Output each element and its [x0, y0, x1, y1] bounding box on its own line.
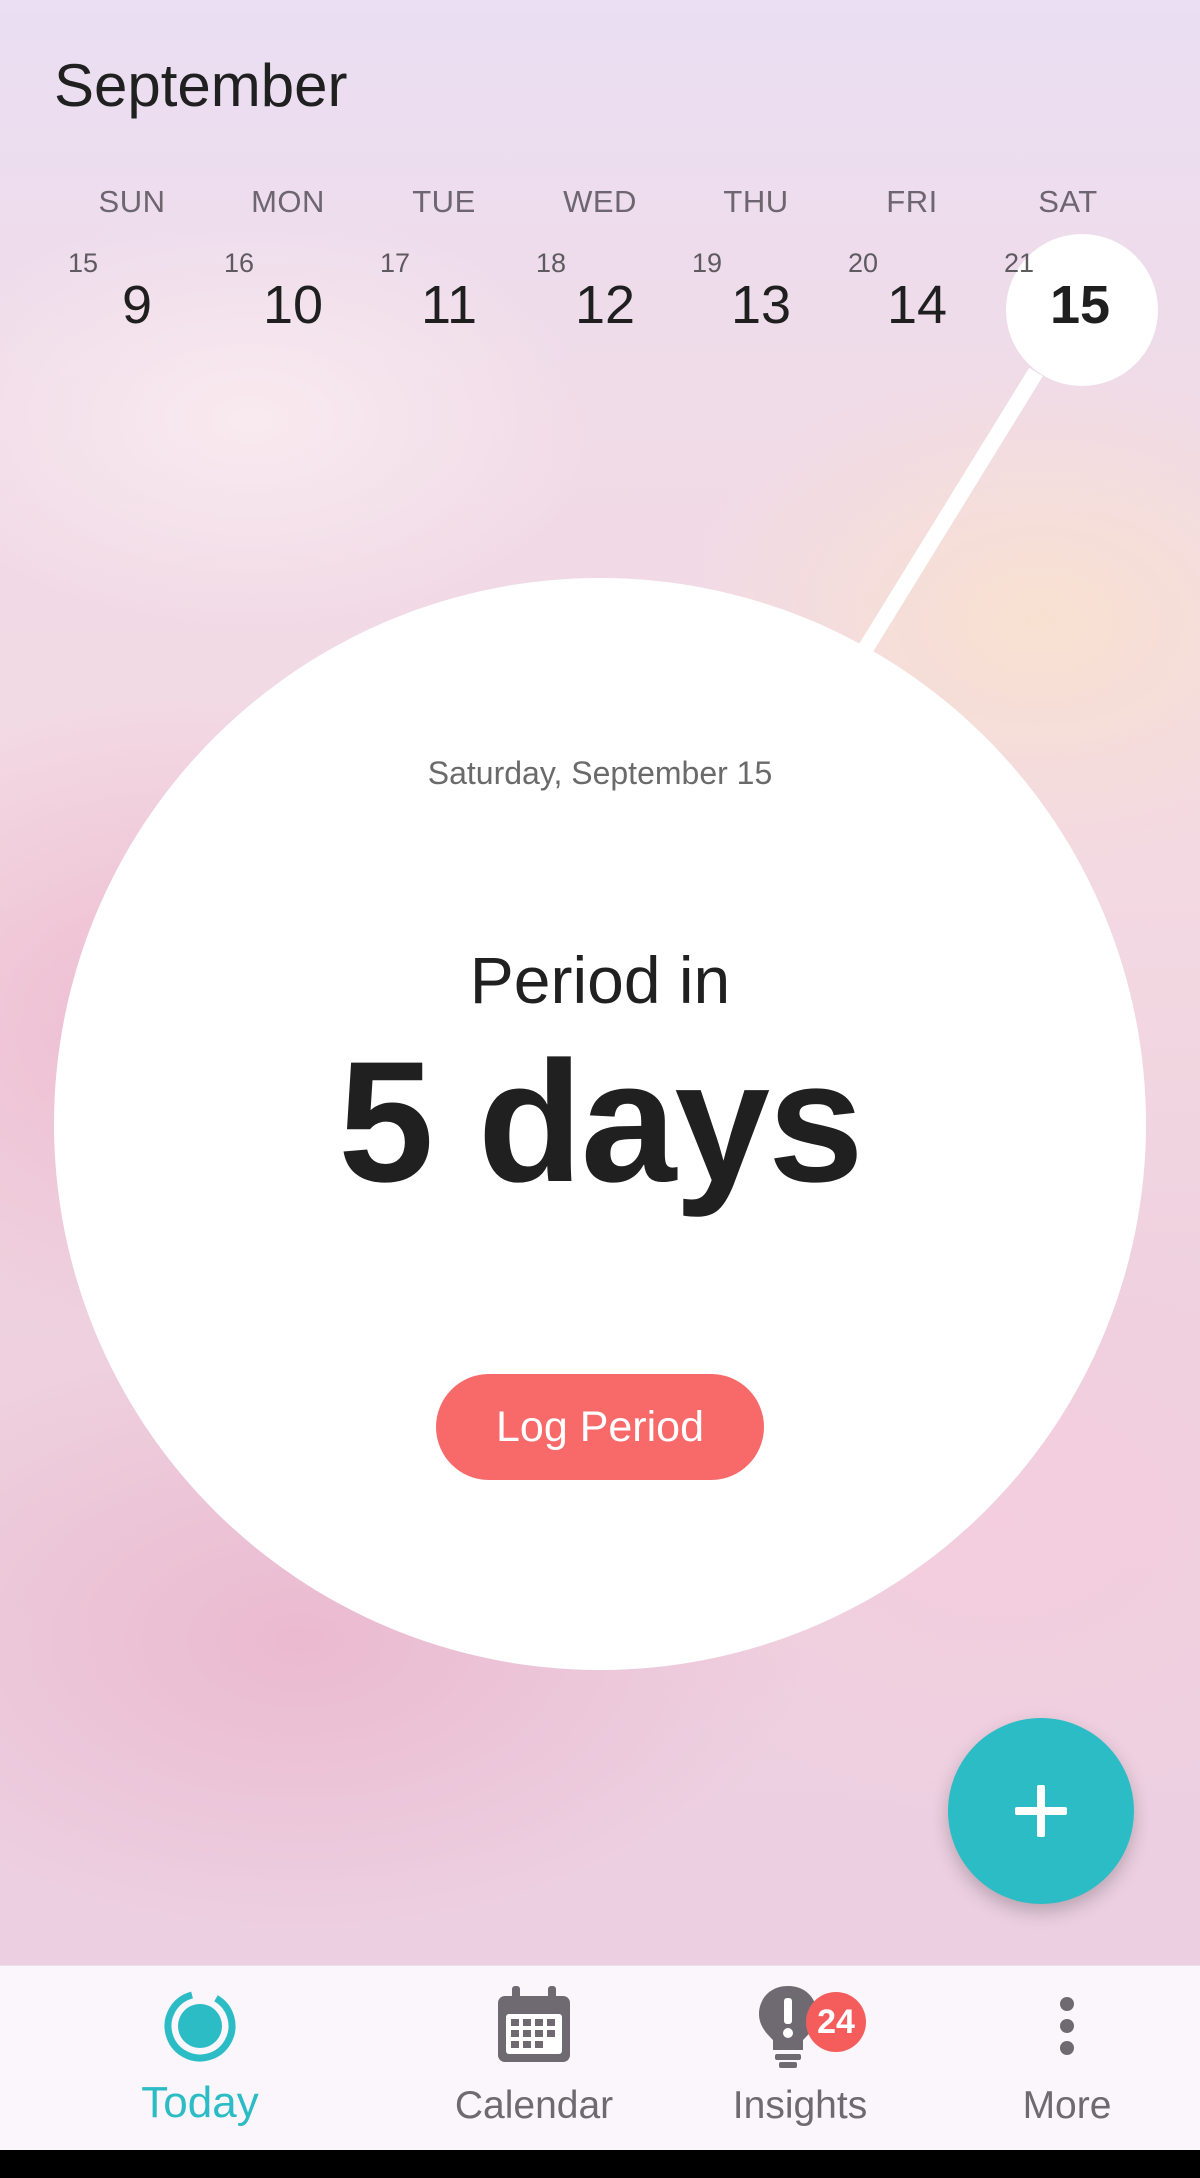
nav-insights[interactable]: 24 Insights — [680, 1966, 920, 2151]
day-tue[interactable]: TUE 17 11 — [366, 180, 522, 350]
plus-icon — [1015, 1785, 1067, 1837]
date-number: 9 — [121, 275, 153, 335]
date-number: 13 — [730, 275, 792, 335]
nav-label-insights: Insights — [732, 2084, 868, 2127]
day-sun[interactable]: SUN 15 9 — [54, 180, 210, 350]
system-navigation-bar — [0, 2150, 1200, 2178]
bottom-navigation: Today Calendar 24 Insights More — [0, 1965, 1200, 2151]
cycle-summary-circle: Saturday, September 15 Period in 5 days … — [54, 578, 1146, 1670]
day-sat-selected[interactable]: SAT 21 15 — [990, 180, 1158, 386]
today-ring-icon — [164, 1990, 236, 2062]
weekday-label: FRI — [886, 184, 938, 219]
date-number: 15 — [1049, 275, 1111, 335]
month-title: September — [54, 52, 348, 119]
today-screen: September SUN 15 9 MON 16 10 TUE 17 11 W… — [0, 0, 1200, 1965]
date-number: 14 — [886, 275, 948, 335]
nav-today[interactable]: Today — [80, 1966, 320, 2151]
calendar-icon — [498, 1986, 570, 2062]
weekday-label: WED — [563, 184, 637, 219]
date-number: 12 — [574, 275, 636, 335]
day-wed[interactable]: WED 18 12 — [522, 180, 678, 350]
insights-badge: 24 — [806, 1992, 866, 2052]
selected-date-label: Saturday, September 15 — [427, 755, 773, 791]
nav-calendar[interactable]: Calendar — [414, 1966, 654, 2151]
weekday-label: MON — [251, 184, 325, 219]
nav-more[interactable]: More — [947, 1966, 1187, 2151]
weekday-label: SUN — [98, 184, 166, 219]
period-countdown: 5 days — [338, 1026, 863, 1218]
date-number: 11 — [420, 275, 478, 335]
add-button[interactable] — [948, 1718, 1134, 1904]
day-mon[interactable]: MON 16 10 — [210, 180, 366, 350]
more-vertical-icon — [1060, 1997, 1074, 2055]
date-number: 10 — [262, 275, 324, 335]
nav-label-today: Today — [141, 2078, 259, 2127]
period-prefix: Period in — [469, 943, 731, 1017]
weekday-label: THU — [723, 184, 789, 219]
log-period-button[interactable]: Log Period — [436, 1374, 764, 1480]
day-thu[interactable]: THU 19 13 — [678, 180, 834, 350]
nav-label-more: More — [1022, 2084, 1112, 2127]
nav-label-calendar: Calendar — [454, 2084, 614, 2127]
day-fri[interactable]: FRI 20 14 — [834, 180, 990, 350]
week-strip: SUN 15 9 MON 16 10 TUE 17 11 WED 18 12 T… — [0, 180, 1200, 386]
weekday-label: SAT — [1038, 184, 1098, 219]
weekday-label: TUE — [412, 184, 476, 219]
